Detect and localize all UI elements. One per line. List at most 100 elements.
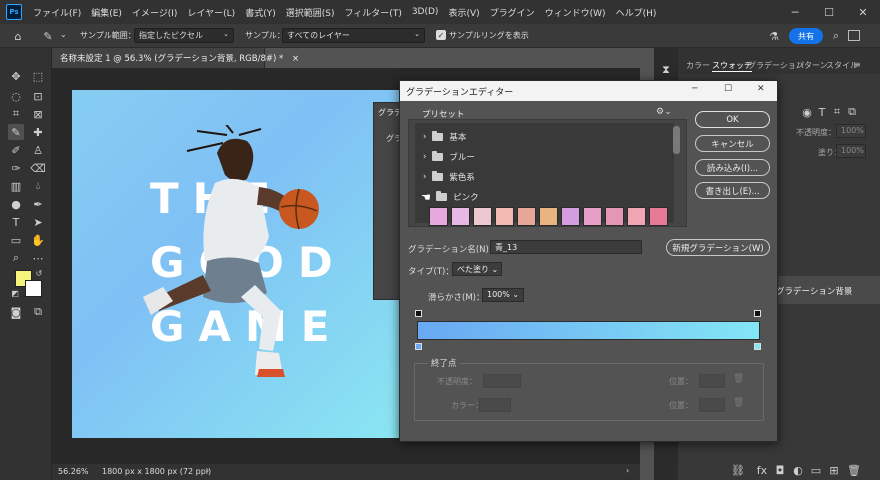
load-button[interactable]: 読み込み(I)... bbox=[695, 159, 770, 176]
menu-view[interactable]: 表示(V) bbox=[443, 6, 484, 19]
object-select-icon[interactable]: ⊡ bbox=[30, 88, 46, 104]
opacity-field[interactable]: 100% bbox=[836, 124, 866, 138]
menu-edit[interactable]: 編集(E) bbox=[86, 6, 127, 19]
search-icon[interactable]: ⌕ bbox=[828, 28, 844, 44]
scroll-right-arrow-icon[interactable]: › bbox=[626, 466, 629, 475]
tab-swatches[interactable]: スウォッチ bbox=[712, 60, 752, 72]
dodge-tool-icon[interactable]: ● bbox=[8, 196, 24, 212]
gradient-preview-bar[interactable] bbox=[417, 321, 760, 340]
pink-gradient-swatch[interactable] bbox=[495, 207, 514, 226]
rectangle-tool-icon[interactable]: ▭ bbox=[8, 232, 24, 248]
history-brush-icon[interactable]: ✑ bbox=[8, 160, 24, 176]
presets-list[interactable]: › 基本 › ブルー › 紫色系 ⌄ ピンク ☚ bbox=[415, 123, 674, 226]
color-stop-left[interactable] bbox=[415, 343, 422, 350]
opacity-stop-right[interactable] bbox=[754, 310, 761, 317]
crop-tool-icon[interactable]: ⌗ bbox=[8, 106, 24, 122]
new-gradient-button[interactable]: 新規グラデーション(W) bbox=[666, 239, 770, 256]
opacity-stop-left[interactable] bbox=[415, 310, 422, 317]
gradient-tool-icon[interactable]: ▥ bbox=[8, 178, 24, 194]
menu-layer[interactable]: レイヤー(L) bbox=[182, 6, 240, 19]
dialog-close-icon[interactable]: ✕ bbox=[757, 84, 765, 94]
folder-icon[interactable]: ▭ bbox=[808, 462, 824, 478]
more-tools-icon[interactable]: ⋯ bbox=[30, 250, 46, 266]
menu-select[interactable]: 選択範囲(S) bbox=[281, 6, 340, 19]
pink-gradient-swatch[interactable] bbox=[473, 207, 492, 226]
menu-3d[interactable]: 3D(D) bbox=[407, 7, 444, 17]
move-tool-icon[interactable]: ✥ bbox=[8, 68, 24, 84]
quick-mask-icon[interactable]: ◙ bbox=[8, 304, 24, 320]
stop-color-swatch[interactable] bbox=[479, 398, 511, 412]
healing-brush-icon[interactable]: ✚ bbox=[30, 124, 46, 140]
path-select-icon[interactable]: ➤ bbox=[30, 214, 46, 230]
eyedropper-tool-icon[interactable]: ✎ bbox=[8, 124, 24, 140]
presets-scrollbar[interactable] bbox=[673, 126, 680, 154]
menu-filter[interactable]: フィルター(T) bbox=[339, 6, 406, 19]
status-menu-arrow-icon[interactable]: › bbox=[206, 466, 209, 475]
pink-gradient-swatch[interactable] bbox=[605, 207, 624, 226]
menu-file[interactable]: ファイル(F) bbox=[28, 6, 86, 19]
stop-opacity-location-field[interactable] bbox=[699, 374, 725, 388]
ok-button[interactable]: OK bbox=[695, 111, 770, 128]
share-button[interactable]: 共有 bbox=[789, 28, 823, 44]
cancel-button[interactable]: キャンセル bbox=[695, 135, 770, 152]
marquee-tool-icon[interactable]: ⬚ bbox=[30, 68, 46, 84]
close-icon[interactable]: ✕ bbox=[846, 0, 880, 24]
layer-filter-shape-icon[interactable]: ⌗ bbox=[829, 104, 845, 120]
type-select[interactable]: べた塗り ⌄ bbox=[452, 262, 502, 276]
eraser-tool-icon[interactable]: ⌫ bbox=[30, 160, 46, 176]
blur-tool-icon[interactable]: 💧︎ bbox=[30, 178, 46, 194]
fill-field[interactable]: 100% bbox=[836, 144, 866, 158]
swap-colors-icon[interactable]: ↺ bbox=[34, 268, 44, 278]
save-button[interactable]: 書き出し(E)... bbox=[695, 182, 770, 199]
menu-window[interactable]: ウィンドウ(W) bbox=[540, 6, 611, 19]
home-icon[interactable]: ⌂ bbox=[10, 28, 26, 44]
type-tool-icon[interactable]: T bbox=[8, 214, 24, 230]
close-tab-icon[interactable]: × bbox=[292, 54, 299, 64]
frame-tool-icon[interactable]: ⊠ bbox=[30, 106, 46, 122]
pink-gradient-swatch[interactable] bbox=[429, 207, 448, 226]
tab-patterns[interactable]: パターン bbox=[796, 60, 828, 71]
dialog-maximize-icon[interactable]: ☐ bbox=[724, 84, 732, 94]
pen-tool-icon[interactable]: ✒ bbox=[30, 196, 46, 212]
pink-gradient-swatch[interactable] bbox=[583, 207, 602, 226]
menu-plugins[interactable]: プラグイン bbox=[485, 6, 540, 19]
history-panel-icon[interactable]: ⧗ bbox=[658, 62, 674, 78]
smoothness-field[interactable]: 100% ⌄ bbox=[482, 288, 524, 302]
chevron-down-icon[interactable]: ⌄ bbox=[60, 30, 67, 39]
new-layer-icon[interactable]: ⊞ bbox=[826, 462, 842, 478]
default-colors-icon[interactable]: ◩ bbox=[10, 288, 20, 298]
hand-tool-icon[interactable]: ✋ bbox=[30, 232, 46, 248]
maximize-icon[interactable]: ☐ bbox=[812, 0, 846, 24]
pink-gradient-swatch[interactable] bbox=[627, 207, 646, 226]
pink-gradient-swatch[interactable] bbox=[451, 207, 470, 226]
minimize-icon[interactable]: ─ bbox=[778, 0, 812, 24]
dialog-minimize-icon[interactable]: ─ bbox=[692, 84, 697, 94]
pink-gradient-swatch[interactable] bbox=[561, 207, 580, 226]
eyedropper-icon[interactable]: ✎ bbox=[40, 28, 56, 44]
stamp-tool-icon[interactable]: ♙ bbox=[30, 142, 46, 158]
layer-row[interactable]: グラデーション背景 bbox=[766, 276, 880, 304]
flask-icon[interactable]: ⚗ bbox=[766, 28, 782, 44]
sample-select[interactable]: すべてのレイヤー ⌄ bbox=[282, 28, 425, 43]
pink-gradient-swatch[interactable] bbox=[539, 207, 558, 226]
layer-filter-pixel-icon[interactable]: ◉ bbox=[799, 104, 815, 120]
fx-icon[interactable]: fx bbox=[754, 462, 770, 478]
workspace-icon[interactable] bbox=[848, 30, 860, 41]
layer-filter-type-icon[interactable]: T bbox=[814, 104, 830, 120]
color-stop-right[interactable] bbox=[754, 343, 761, 350]
background-color-swatch[interactable] bbox=[25, 280, 42, 297]
sampling-ring-checkbox[interactable]: ✓ bbox=[436, 30, 446, 40]
tab-color[interactable]: カラー bbox=[686, 60, 710, 71]
document-tab[interactable]: 名称未設定 1 @ 56.3% (グラデーション背景, RGB/8#) * × bbox=[52, 48, 299, 68]
layer-filter-smart-icon[interactable]: ⧉ bbox=[844, 104, 860, 120]
delete-color-stop-icon[interactable]: 🗑︎ bbox=[733, 398, 744, 408]
menu-image[interactable]: イメージ(I) bbox=[127, 6, 183, 19]
delete-opacity-stop-icon[interactable]: 🗑︎ bbox=[733, 374, 744, 384]
zoom-tool-icon[interactable]: ⌕ bbox=[8, 250, 24, 266]
canvas[interactable]: THE GOOD GAME bbox=[72, 90, 401, 438]
pink-gradient-swatch[interactable] bbox=[649, 207, 668, 226]
trash-icon[interactable]: 🗑︎ bbox=[846, 462, 862, 478]
link-layers-icon[interactable]: ⛓ bbox=[730, 462, 746, 478]
zoom-readout[interactable]: 56.26% bbox=[58, 467, 89, 476]
stop-color-location-field[interactable] bbox=[699, 398, 725, 412]
